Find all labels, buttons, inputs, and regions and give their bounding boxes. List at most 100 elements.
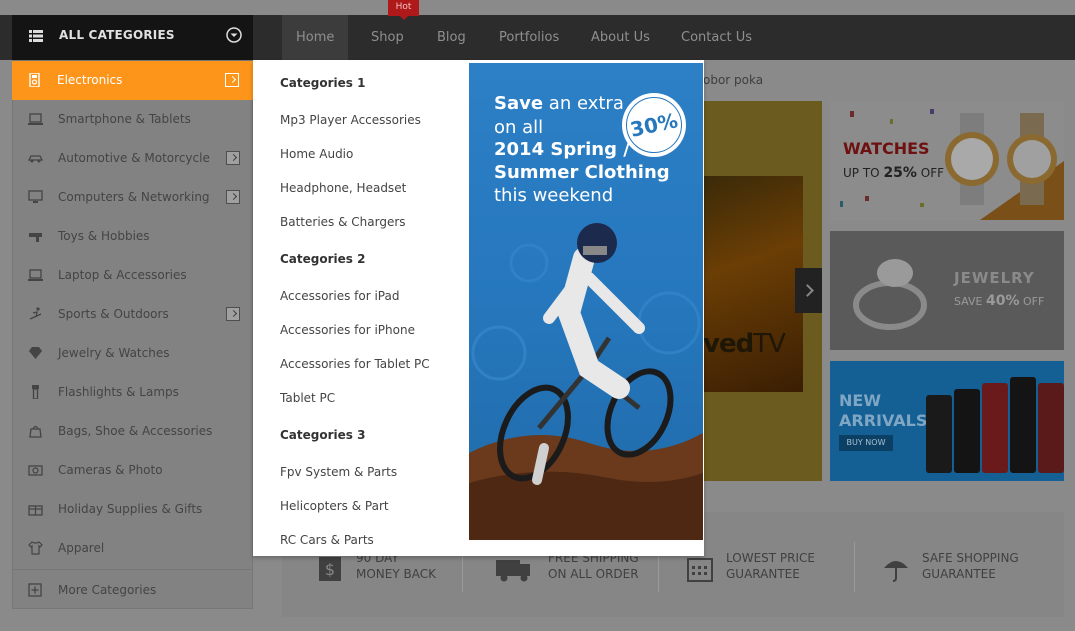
- more-categories-label: More Categories: [58, 583, 157, 597]
- shirt-icon: [28, 541, 43, 555]
- phone-image: [954, 389, 980, 473]
- service-divider: [854, 542, 855, 592]
- subcategory-link[interactable]: Tablet PC: [280, 391, 335, 405]
- camera-icon: [28, 465, 43, 476]
- nav-home[interactable]: Home: [282, 15, 349, 60]
- sidebar-item-holiday-supplies-gifts[interactable]: Holiday Supplies & Gifts: [13, 490, 253, 529]
- sidebar-item-sports-outdoors[interactable]: Sports & Outdoors: [13, 295, 253, 334]
- sidebar-item-label: Jewelry & Watches: [58, 346, 170, 360]
- sidebar-item-smartphone-tablets[interactable]: Smartphone & Tablets: [13, 100, 253, 139]
- sidebar-item-toys-hobbies[interactable]: Toys & Hobbies: [13, 217, 253, 256]
- diamond-icon: [29, 347, 42, 359]
- category-group-title[interactable]: Categories 1: [280, 76, 365, 90]
- new-arrivals-title: NEW ARRIVALS: [839, 391, 928, 430]
- ad-line-3: 2014 Spring /: [494, 139, 630, 160]
- laptop-icon: [28, 113, 43, 125]
- ad-line-2: on all: [494, 117, 544, 138]
- sidebar-item-label: Apparel: [58, 541, 105, 555]
- more-categories-link[interactable]: More Categories: [13, 569, 253, 609]
- tv-banner-text: vedTV: [703, 329, 786, 359]
- sidebar-item-apparel[interactable]: Apparel: [13, 529, 253, 568]
- sidebar-item-cameras-photo[interactable]: Cameras & Photo: [13, 451, 253, 490]
- sidebar-item-flashlights-lamps[interactable]: Flashlights & Lamps: [13, 373, 253, 412]
- watches-subtitle: UP TO 25% OFF: [843, 165, 945, 181]
- discount-badge: 30%: [622, 93, 686, 157]
- sidebar-item-label: Sports & Outdoors: [58, 307, 169, 321]
- all-categories-header[interactable]: ALL CATEGORIES: [12, 15, 253, 60]
- phone-image: [926, 395, 952, 473]
- watch-image: [945, 113, 999, 205]
- category-sidebar: Electronics Smartphone & Tablets Automot…: [12, 60, 254, 609]
- jewelry-subtitle: SAVE 40% OFF: [954, 293, 1045, 309]
- subcategory-link[interactable]: Home Audio: [280, 147, 353, 161]
- sidebar-item-electronics[interactable]: Electronics: [12, 61, 254, 100]
- chevron-right-icon[interactable]: [226, 307, 240, 321]
- nav-blog[interactable]: Blog: [423, 15, 480, 60]
- slider-next-arrow[interactable]: [795, 268, 822, 313]
- chevron-right-icon[interactable]: [225, 73, 239, 87]
- list-menu-icon: [29, 30, 43, 42]
- nav-about-us[interactable]: About Us: [577, 15, 664, 60]
- mountain-biker-image: [497, 223, 674, 485]
- subcategory-link[interactable]: Fpv System & Parts: [280, 465, 397, 479]
- money-back-icon: $: [319, 557, 341, 581]
- nav-contact-us[interactable]: Contact Us: [667, 15, 766, 60]
- subcategory-link[interactable]: RC Cars & Parts: [280, 533, 374, 547]
- clothing-sale-ad-banner[interactable]: Save an extra on all 2014 Spring / Summe…: [469, 63, 703, 540]
- truck-icon: [496, 560, 530, 582]
- chevron-down-circle-icon[interactable]: [226, 27, 242, 43]
- subcategory-link[interactable]: Accessories for iPad: [280, 289, 399, 303]
- tv-image: [703, 176, 803, 392]
- watches-title: WATCHES: [843, 139, 930, 158]
- all-categories-title: ALL CATEGORIES: [59, 28, 175, 42]
- sidebar-item-label: Electronics: [57, 73, 123, 87]
- watch-image: [1007, 113, 1057, 205]
- sidebar-item-computers-networking[interactable]: Computers & Networking: [13, 178, 253, 217]
- subcategory-link[interactable]: Accessories for Tablet PC: [280, 357, 430, 371]
- sidebar-item-automotive-motorcycle[interactable]: Automotive & Motorcycle: [13, 139, 253, 178]
- ad-headline: Save an extra: [494, 93, 624, 114]
- subcategory-link[interactable]: Helicopters & Part: [280, 499, 389, 513]
- ad-line-5: this weekend: [494, 185, 614, 206]
- plus-square-icon: [28, 583, 42, 597]
- umbrella-icon: [884, 561, 908, 582]
- sidebar-item-bags-shoe-accessories[interactable]: Bags, Shoe & Accessories: [13, 412, 253, 451]
- monitor-icon: [28, 190, 43, 203]
- phone-image: [1038, 383, 1064, 473]
- sidebar-item-label: Toys & Hobbies: [58, 229, 150, 243]
- phone-image: [1010, 377, 1036, 473]
- buy-now-button[interactable]: BUY NOW: [839, 435, 893, 451]
- chevron-right-icon[interactable]: [226, 151, 240, 165]
- category-group-title[interactable]: Categories 3: [280, 428, 365, 442]
- subcategory-link[interactable]: Headphone, Headset: [280, 181, 406, 195]
- sidebar-item-label: Smartphone & Tablets: [58, 112, 191, 126]
- phone-image: [982, 383, 1008, 473]
- new-arrivals-promo-banner[interactable]: NEW ARRIVALS BUY NOW: [830, 361, 1064, 481]
- breadcrumb-text: obor poka: [703, 73, 764, 87]
- electronics-mega-menu: Categories 1 Mp3 Player Accessories Home…: [253, 60, 704, 556]
- subcategory-link[interactable]: Accessories for iPhone: [280, 323, 415, 337]
- car-icon: [28, 155, 43, 163]
- sidebar-item-laptop-accessories[interactable]: Laptop & Accessories: [13, 256, 253, 295]
- ring-image: [853, 259, 927, 330]
- flashlight-icon: [32, 385, 39, 399]
- mp3-player-icon: [29, 73, 40, 87]
- watches-promo-banner[interactable]: WATCHES UP TO 25% OFF: [830, 101, 1064, 220]
- nav-shop[interactable]: Shop: [357, 15, 418, 60]
- sidebar-item-label: Computers & Networking: [58, 190, 210, 204]
- subcategory-link[interactable]: Batteries & Chargers: [280, 215, 406, 229]
- laptop-icon: [28, 269, 43, 281]
- sidebar-item-label: Bags, Shoe & Accessories: [58, 424, 213, 438]
- hot-badge: Hot: [388, 0, 419, 20]
- chevron-right-icon[interactable]: [226, 190, 240, 204]
- category-group-title[interactable]: Categories 2: [280, 252, 365, 266]
- calendar-icon: [687, 558, 713, 582]
- sidebar-item-label: Laptop & Accessories: [58, 268, 187, 282]
- nav-portfolios[interactable]: Portfolios: [485, 15, 573, 60]
- sidebar-item-jewelry-watches[interactable]: Jewelry & Watches: [13, 334, 253, 373]
- ad-line-4: Summer Clothing: [494, 162, 670, 183]
- subcategory-link[interactable]: Mp3 Player Accessories: [280, 113, 421, 127]
- jewelry-promo-banner[interactable]: JEWELRY SAVE 40% OFF: [830, 231, 1064, 350]
- skier-icon: [29, 307, 42, 320]
- gift-icon: [28, 505, 43, 516]
